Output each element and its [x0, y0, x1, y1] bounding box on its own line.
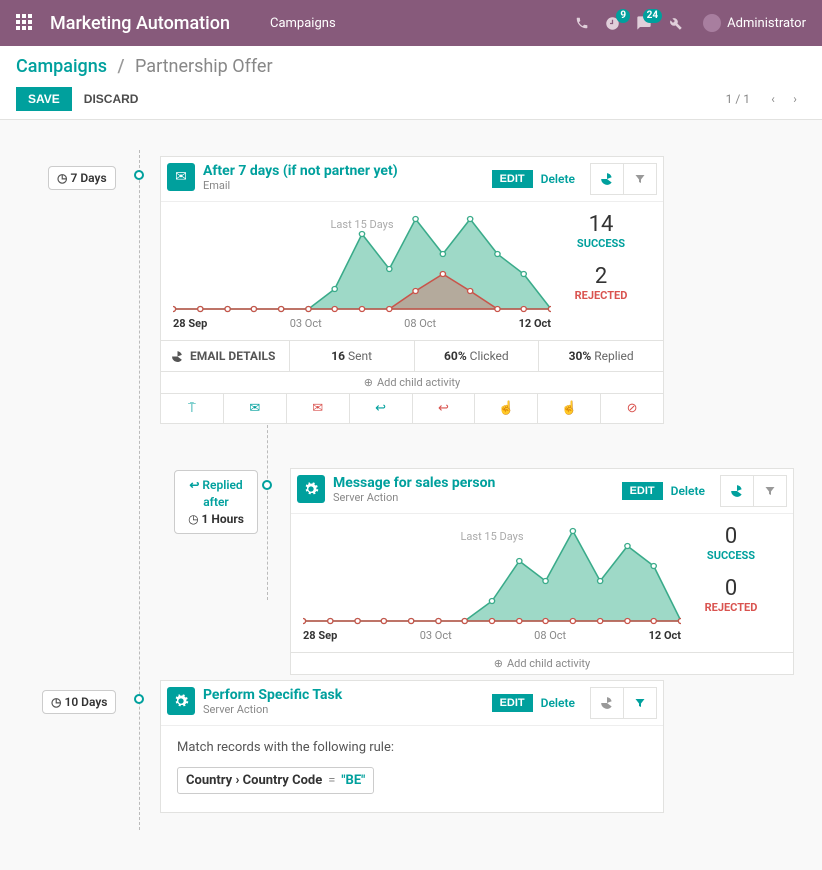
breadcrumb-root[interactable]: Campaigns [16, 56, 107, 77]
phone-icon[interactable] [575, 16, 589, 31]
chart-tab-icon[interactable] [590, 163, 624, 195]
avatar [703, 14, 721, 32]
node-dot-2 [262, 480, 272, 490]
subheader: Campaigns / Partnership Offer SAVE DISCA… [0, 46, 822, 120]
clock-icon[interactable]: 9 [605, 15, 620, 30]
email-details-row: EMAIL DETAILS 16 Sent 60% Clicked 30% Re… [161, 340, 663, 371]
edit-button[interactable]: EDIT [492, 694, 533, 712]
activity-card-1: ✉ After 7 days (if not partner yet) Emai… [160, 156, 664, 424]
chat-icon[interactable]: 24 [636, 15, 652, 31]
activity-card-3: Perform Specific Task Server Action EDIT… [160, 680, 664, 813]
breadcrumb-current: Partnership Offer [135, 56, 273, 77]
chart-tab-icon[interactable] [590, 687, 624, 719]
filter-tab-icon[interactable] [623, 163, 657, 195]
click-icon[interactable]: ☝ [475, 394, 538, 423]
pager-text: 1 / 1 [726, 92, 750, 106]
reply-pill: ↩Replied after ◷ 1 Hours [174, 470, 258, 534]
card2-subtitle: Server Action [333, 491, 495, 504]
user-name: Administrator [727, 16, 806, 31]
delete-link[interactable]: Delete [671, 484, 705, 498]
notif-badge-1: 9 [616, 9, 630, 23]
delete-link[interactable]: Delete [541, 696, 575, 710]
activity-card-2: Message for sales person Server Action E… [290, 468, 794, 675]
filter-tab-icon[interactable] [623, 687, 657, 719]
pie-icon [171, 350, 184, 363]
add-child-2[interactable]: ⊕Add child activity [291, 652, 793, 674]
filter-tab-icon[interactable] [753, 475, 787, 507]
node-dot-3 [134, 694, 144, 704]
topbar: Marketing Automation Campaigns 9 24 Admi… [0, 0, 822, 46]
rule-condition[interactable]: Country › Country Code = "BE" [177, 767, 374, 794]
time-pill-10days: ◷10 Days [42, 690, 116, 714]
time-pill-7days: ◷7 Days [48, 166, 116, 190]
card3-subtitle: Server Action [203, 703, 342, 716]
mail-not-open-icon[interactable]: ✉ [287, 394, 350, 423]
notif-badge-2: 24 [643, 9, 662, 23]
node-dot-1 [134, 170, 144, 180]
reply-icon[interactable]: ↩ [350, 394, 413, 423]
breadcrumb: Campaigns / Partnership Offer [16, 56, 806, 77]
card3-title[interactable]: Perform Specific Task [203, 687, 342, 703]
card2-stats: 0 SUCCESS 0 REJECTED [681, 524, 781, 642]
plus-icon: ⊕ [494, 657, 503, 670]
clock-icon: ◷ [51, 695, 61, 709]
discard-button[interactable]: DISCARD [84, 92, 139, 106]
user-menu[interactable]: Administrator [703, 14, 806, 32]
menu-campaigns[interactable]: Campaigns [270, 16, 336, 31]
email-icon: ✉ [167, 163, 195, 191]
save-button[interactable]: SAVE [16, 87, 72, 111]
clock-icon: ◷ [188, 512, 198, 526]
wrench-icon[interactable] [668, 15, 683, 30]
trigger-activity-icon[interactable]: ⍑ [161, 394, 224, 423]
add-child-1[interactable]: ⊕Add child activity [161, 371, 663, 393]
gears-icon [167, 687, 195, 715]
delete-link[interactable]: Delete [541, 172, 575, 186]
reply-arrow-icon: ↩ [189, 478, 199, 492]
edit-button[interactable]: EDIT [492, 170, 533, 188]
apps-icon[interactable] [16, 14, 34, 32]
clock-icon: ◷ [57, 171, 67, 185]
pager-prev[interactable]: ‹ [762, 88, 784, 110]
edit-button[interactable]: EDIT [622, 482, 663, 500]
card1-stats: 14 SUCCESS 2 REJECTED [551, 212, 651, 330]
card2-title[interactable]: Message for sales person [333, 475, 495, 491]
bounce-icon[interactable]: ⊘ [601, 394, 663, 423]
card1-subtitle: Email [203, 179, 398, 192]
gears-icon [297, 475, 325, 503]
trigger-icons-row: ⍑ ✉ ✉ ↩ ↩ ☝ ☝ ⊘ [161, 393, 663, 423]
plus-icon: ⊕ [364, 376, 373, 389]
not-reply-icon[interactable]: ↩ [413, 394, 476, 423]
card2-chart: Last 15 Days 28 Sep 03 Oct [303, 524, 681, 642]
card1-chart: Last 15 Days 28 Sep 03 Oct [173, 212, 551, 330]
mail-open-icon[interactable]: ✉ [224, 394, 287, 423]
card1-title[interactable]: After 7 days (if not partner yet) [203, 163, 398, 179]
canvas: ◷7 Days ↩Replied after ◷ 1 Hours ◷10 Day… [0, 120, 822, 870]
brand: Marketing Automation [50, 13, 230, 34]
chart-tab-icon[interactable] [720, 475, 754, 507]
card3-rule: Match records with the following rule: C… [161, 726, 663, 812]
pager: 1 / 1 ‹ › [726, 88, 806, 110]
pager-next[interactable]: › [784, 88, 806, 110]
not-click-icon[interactable]: ☝ [538, 394, 601, 423]
